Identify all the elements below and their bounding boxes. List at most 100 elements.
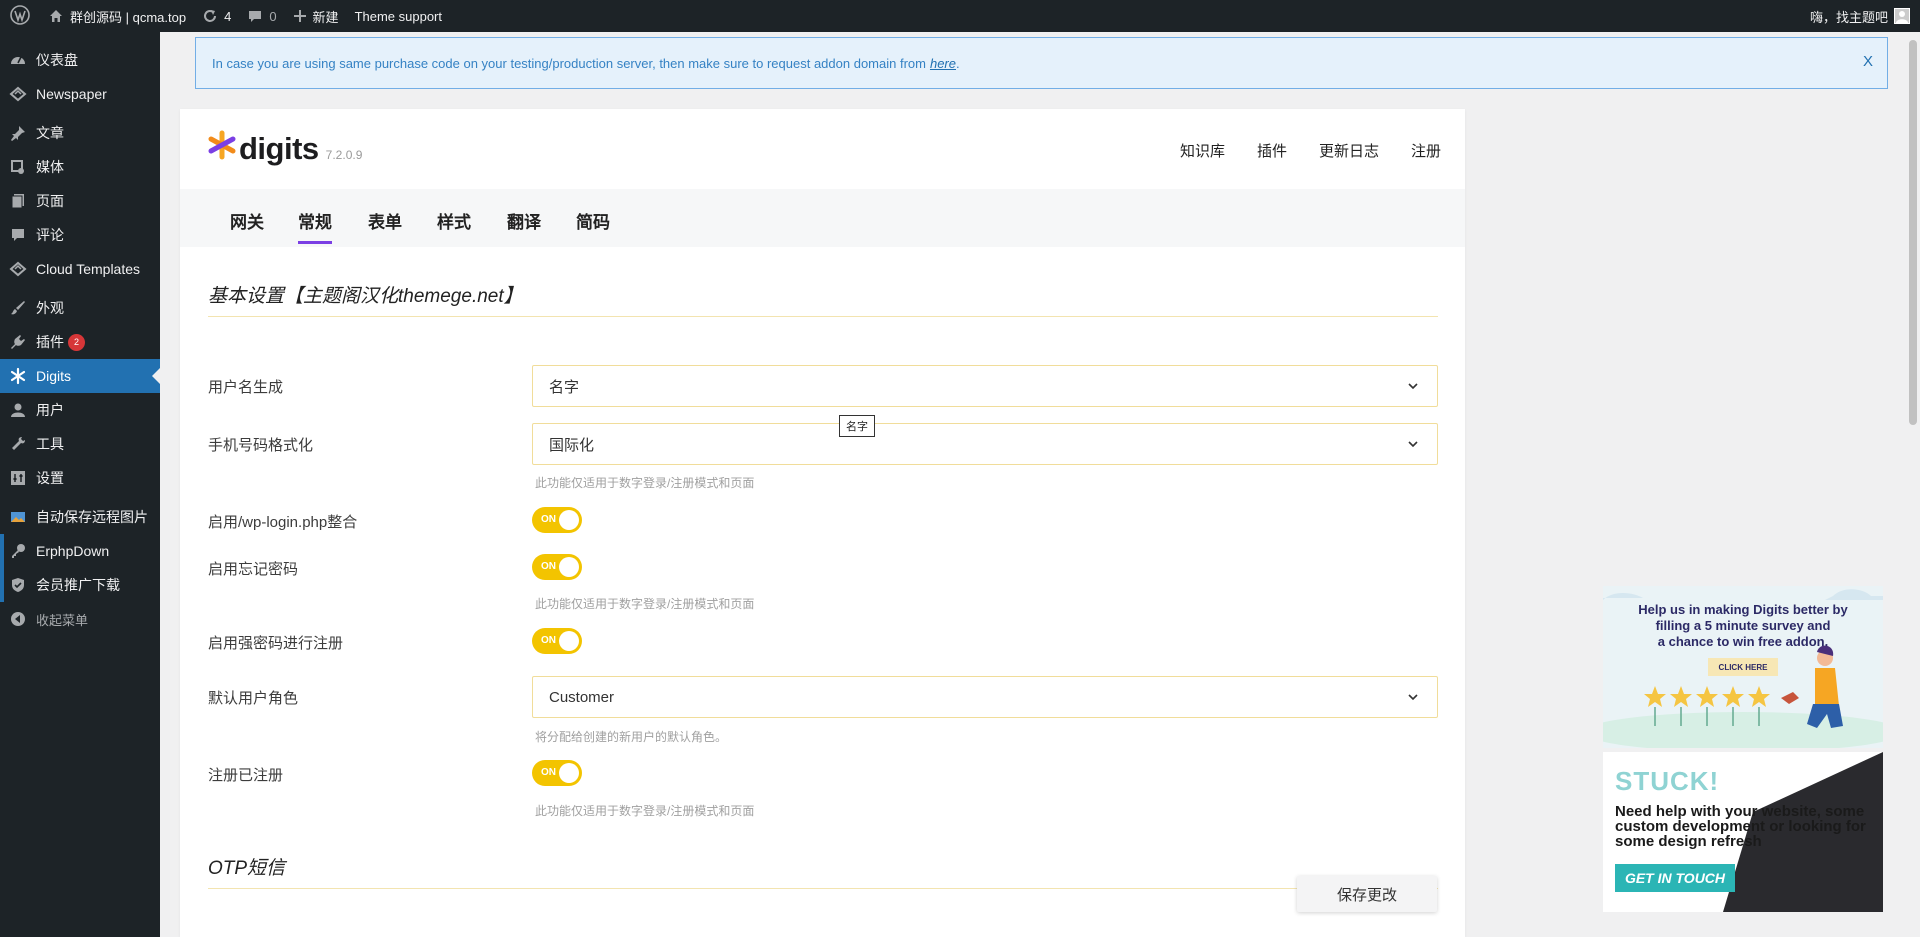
addon-domain-notice: In case you are using same purchase code… [195,37,1888,89]
hint-default-role: 将分配给创建的新用户的默认角色。 [535,730,728,744]
select-username-generation[interactable]: 名字 [532,365,1438,407]
select-option-tooltip: 名字 [839,415,875,437]
tab-forms[interactable]: 表单 [368,208,402,241]
label-strong-password: 启用强密码进行注册 [208,635,344,652]
plugin-icon [0,333,36,351]
avatar [1894,8,1910,24]
site-name-menu[interactable]: 群创源码 | qcma.top [40,0,194,32]
key-icon [0,542,36,560]
wordpress-logo-menu[interactable] [0,0,40,32]
label-username-generation: 用户名生成 [208,379,284,396]
toggle-knob [559,631,579,651]
wordpress-logo-icon [10,4,30,28]
notice-here-link[interactable]: here [930,56,956,71]
label-register-registered: 注册已注册 [208,767,284,784]
sidebar-item-dashboard[interactable]: 仪表盘 [0,43,160,77]
sidebar-item-digits[interactable]: Digits [0,359,160,393]
sidebar-item-label: Newspaper [36,86,107,102]
theme-support-label: Theme support [354,8,442,24]
digits-asterisk-icon [207,130,237,165]
sidebar-item-cloud-templates[interactable]: Cloud Templates [0,252,160,286]
chevron-down-icon [1405,689,1421,705]
select-phone-format[interactable]: 国际化 [532,423,1438,465]
toggle-state: ON [541,561,556,572]
sidebar-item-label: 自动保存远程图片 [36,509,148,525]
sidebar-item-pages[interactable]: 页面 [0,184,160,218]
page-scrollbar[interactable] [1905,32,1920,937]
toggle-knob [559,510,579,530]
sidebar-item-auto-save-images[interactable]: 自动保存远程图片 [0,500,160,534]
stuck-banner[interactable]: STUCK! Need help with your website, some… [1603,752,1883,912]
select-value: 国际化 [549,436,595,454]
chevron-down-icon [1405,436,1421,452]
sidebar-item-label: Cloud Templates [36,261,141,277]
hint-forgot-password: 此功能仅适用于数字登录/注册模式和页面 [535,597,755,611]
sidebar-item-label: 会员推广下载 [36,577,120,593]
tab-shortcodes[interactable]: 简码 [576,208,610,241]
settings-icon [0,469,36,487]
survey-line: Help us in making Digits better by [1638,602,1848,617]
toggle-wp-login-integration[interactable]: ON [532,507,582,533]
select-value: 名字 [549,378,580,396]
header-link-changelog[interactable]: 更新日志 [1319,140,1379,161]
get-in-touch-button[interactable]: GET IN TOUCH [1615,864,1735,892]
updates-menu[interactable]: 4 [194,0,239,32]
toggle-strong-password[interactable]: ON [532,628,582,654]
digits-settings-panel: digits 7.2.0.9 知识库 插件 更新日志 注册 网关 常规 表单 样… [180,109,1465,937]
panel-header: digits 7.2.0.9 知识库 插件 更新日志 注册 [180,109,1465,189]
home-icon [48,8,64,24]
sidebar-item-label: 页面 [36,193,64,209]
tab-style[interactable]: 样式 [437,208,471,241]
sidebar-item-label: 收起菜单 [36,612,89,628]
theme-support-menu[interactable]: Theme support [347,0,450,32]
sidebar-item-appearance[interactable]: 外观 [0,291,160,325]
save-changes-button[interactable]: 保存更改 [1297,876,1437,912]
sidebar-item-erphpdown[interactable]: ErphpDown [0,534,160,568]
sidebar-item-users[interactable]: 用户 [0,393,160,427]
toggle-register-registered[interactable]: ON [532,760,582,786]
notice-close-button[interactable]: X [1863,53,1873,70]
toggle-knob [559,763,579,783]
tab-gateway[interactable]: 网关 [230,208,264,241]
collapse-icon [0,610,36,628]
page-icon [0,192,36,210]
tab-translate[interactable]: 翻译 [507,208,541,241]
sidebar-item-plugins[interactable]: 插件 2 [0,325,160,359]
sidebar-item-label: 工具 [36,436,64,452]
scrollbar-thumb[interactable] [1909,40,1917,425]
pin-icon [0,124,36,142]
header-link-register[interactable]: 注册 [1411,140,1441,161]
select-value: Customer [549,688,615,706]
header-link-knowledge-base[interactable]: 知识库 [1180,140,1225,161]
toggle-state: ON [541,767,556,778]
new-content-menu[interactable]: 新建 [285,0,347,32]
survey-banner[interactable]: Help us in making Digits better by filli… [1603,586,1883,748]
greeting: 嗨，找主题吧 [1809,9,1888,25]
admin-bar: 群创源码 | qcma.top 4 0 新建 Theme support 嗨，找… [0,0,1920,32]
select-default-role[interactable]: Customer [532,676,1438,718]
toggle-forgot-password[interactable]: ON [532,554,582,580]
my-account-menu[interactable]: 嗨，找主题吧 [1810,0,1910,32]
sidebar-item-label: 媒体 [36,159,64,175]
sidebar-item-tools[interactable]: 工具 [0,427,160,461]
survey-line: filling a 5 minute survey and [1655,618,1831,633]
sidebar-item-newspaper[interactable]: Newspaper [0,77,160,111]
header-link-plugins[interactable]: 插件 [1257,140,1287,161]
toggle-knob [559,557,579,577]
tab-general[interactable]: 常规 [298,208,332,244]
section-title-basic: 基本设置【主题阁汉化themege.net】 [208,281,1438,317]
sidebar-item-member-promo[interactable]: 会员推广下载 [0,568,160,602]
sidebar-item-media[interactable]: 媒体 [0,150,160,184]
sidebar-item-posts[interactable]: 文章 [0,116,160,150]
toggle-state: ON [541,635,556,646]
sidebar-item-label: Digits [36,368,72,384]
comments-menu[interactable]: 0 [239,0,284,32]
label-wp-login-integration: 启用/wp-login.php整合 [208,514,358,531]
survey-click-here-button[interactable]: CLICK HERE [1708,658,1778,676]
sidebar-collapse-menu[interactable]: 收起菜单 [0,602,160,636]
media-icon [0,158,36,176]
shield-icon [0,576,36,594]
sidebar-item-label: 仪表盘 [36,52,78,68]
sidebar-item-comments[interactable]: 评论 [0,218,160,252]
sidebar-item-settings[interactable]: 设置 [0,461,160,495]
